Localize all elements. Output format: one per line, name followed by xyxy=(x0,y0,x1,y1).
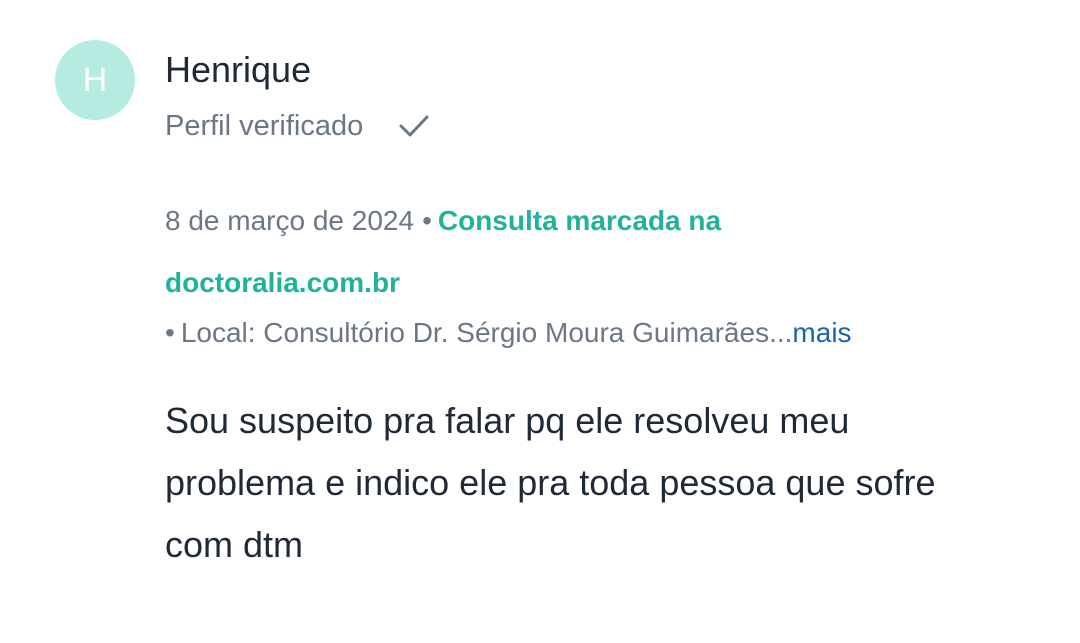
verified-label: Perfil verificado xyxy=(165,110,364,142)
review-card: H Henrique Perfil verificado 8 de março … xyxy=(0,0,1080,643)
avatar: H xyxy=(55,40,135,120)
more-link[interactable]: mais xyxy=(792,317,851,348)
review-text: Sou suspeito pra falar pq ele resolveu m… xyxy=(165,400,936,565)
location-row: • Local: Consultório Dr. Sérgio Moura Gui… xyxy=(165,312,852,354)
location-bullet: • xyxy=(165,317,175,348)
author-name: Henrique xyxy=(165,49,312,90)
review-date: 8 de março de 2024 xyxy=(165,205,415,236)
meta-separator: • xyxy=(422,205,432,236)
verified-profile: Perfil verificado xyxy=(165,106,431,146)
location-text: Local: Consultório Dr. Sérgio Moura Guim… xyxy=(180,317,793,348)
avatar-initial: H xyxy=(82,61,108,99)
check-icon xyxy=(397,109,431,143)
review-meta: 8 de março de 2024 • Consulta marcada na d… xyxy=(165,190,845,314)
